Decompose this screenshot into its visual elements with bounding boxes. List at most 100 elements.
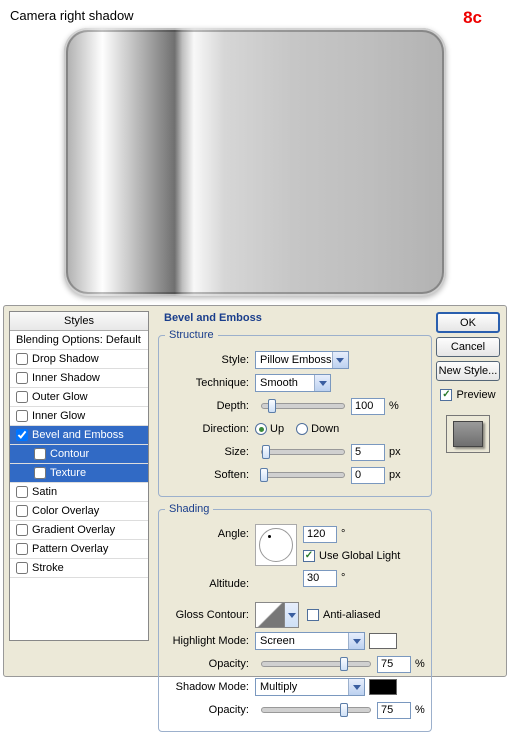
- angle-dial[interactable]: [255, 524, 297, 566]
- shadow-opacity-slider[interactable]: [261, 707, 371, 713]
- style-select[interactable]: Pillow Emboss: [255, 351, 349, 369]
- shading-legend: Shading: [165, 503, 213, 515]
- preview-checkbox[interactable]: [440, 389, 452, 401]
- style-label: Inner Glow: [32, 410, 85, 422]
- style-label: Pattern Overlay: [32, 543, 108, 555]
- styles-row-pattern-overlay[interactable]: Pattern Overlay: [10, 540, 148, 559]
- direction-down-radio[interactable]: [296, 423, 308, 435]
- styles-row-outer-glow[interactable]: Outer Glow: [10, 388, 148, 407]
- altitude-unit: °: [341, 572, 345, 584]
- style-checkbox[interactable]: [34, 467, 46, 479]
- highlight-mode-label: Highlight Mode:: [165, 635, 255, 647]
- style-checkbox[interactable]: [16, 391, 28, 403]
- chevron-down-icon: [348, 679, 364, 695]
- down-label: Down: [311, 423, 339, 435]
- style-label: Inner Shadow: [32, 372, 100, 384]
- style-label: Style:: [165, 354, 255, 366]
- highlight-mode-select[interactable]: Screen: [255, 632, 365, 650]
- size-unit: px: [389, 446, 401, 458]
- highlight-color-swatch[interactable]: [369, 633, 397, 649]
- shadow-mode-select[interactable]: Multiply: [255, 678, 365, 696]
- size-input[interactable]: 5: [351, 444, 385, 461]
- chevron-down-icon[interactable]: [285, 602, 299, 628]
- style-checkbox[interactable]: [16, 543, 28, 555]
- styles-row-bevel-and-emboss[interactable]: Bevel and Emboss: [10, 426, 148, 445]
- soften-input[interactable]: 0: [351, 467, 385, 484]
- highlight-opacity-input[interactable]: 75: [377, 656, 411, 673]
- styles-row-inner-shadow[interactable]: Inner Shadow: [10, 369, 148, 388]
- cancel-button[interactable]: Cancel: [436, 337, 500, 357]
- depth-input[interactable]: 100: [351, 398, 385, 415]
- styles-row-drop-shadow[interactable]: Drop Shadow: [10, 350, 148, 369]
- gloss-contour-picker[interactable]: [255, 602, 285, 628]
- style-label: Stroke: [32, 562, 64, 574]
- chevron-down-icon: [348, 633, 364, 649]
- page-mark: 8c: [463, 8, 482, 28]
- styles-row-inner-glow[interactable]: Inner Glow: [10, 407, 148, 426]
- shadow-opacity-label: Opacity:: [165, 704, 255, 716]
- new-style-button[interactable]: New Style...: [436, 361, 500, 381]
- page-title: Camera right shadow: [10, 8, 134, 23]
- angle-label: Angle:: [165, 524, 255, 540]
- highlight-opacity-slider[interactable]: [261, 661, 371, 667]
- depth-slider[interactable]: [261, 403, 345, 409]
- layer-preview-image: [64, 28, 446, 296]
- style-checkbox[interactable]: [16, 372, 28, 384]
- styles-row-stroke[interactable]: Stroke: [10, 559, 148, 578]
- layer-style-dialog: Styles Blending Options: Default Drop Sh…: [3, 305, 507, 677]
- angle-input[interactable]: 120: [303, 526, 337, 543]
- style-checkbox[interactable]: [34, 448, 46, 460]
- styles-spacer: [10, 578, 148, 640]
- structure-fieldset: Structure Style: Pillow Emboss Technique…: [158, 329, 432, 497]
- dialog-buttons: OK Cancel New Style... Preview: [435, 312, 501, 453]
- style-label: Drop Shadow: [32, 353, 99, 365]
- anti-aliased-label: Anti-aliased: [323, 609, 380, 621]
- shadow-color-swatch[interactable]: [369, 679, 397, 695]
- soften-unit: px: [389, 469, 401, 481]
- chevron-down-icon: [314, 375, 330, 391]
- up-label: Up: [270, 423, 284, 435]
- style-checkbox[interactable]: [16, 505, 28, 517]
- style-checkbox[interactable]: [16, 353, 28, 365]
- preview-label: Preview: [456, 389, 495, 401]
- blending-options-row[interactable]: Blending Options: Default: [10, 331, 148, 350]
- style-label: Contour: [50, 448, 89, 460]
- soften-slider[interactable]: [261, 472, 345, 478]
- shading-fieldset: Shading Angle: 120 ° Use Global Light 30: [158, 503, 432, 732]
- chevron-down-icon: [332, 352, 348, 368]
- direction-label: Direction:: [165, 423, 255, 435]
- depth-unit: %: [389, 400, 399, 412]
- style-checkbox[interactable]: [16, 562, 28, 574]
- gloss-contour-label: Gloss Contour:: [165, 609, 255, 621]
- styles-row-contour[interactable]: Contour: [10, 445, 148, 464]
- style-label: Texture: [50, 467, 86, 479]
- style-checkbox[interactable]: [16, 524, 28, 536]
- global-light-checkbox[interactable]: [303, 550, 315, 562]
- technique-label: Technique:: [165, 377, 255, 389]
- preview-swatch: [446, 415, 490, 453]
- style-checkbox[interactable]: [16, 429, 28, 441]
- style-label: Bevel and Emboss: [32, 429, 124, 441]
- angle-unit: °: [341, 528, 345, 540]
- style-label: Outer Glow: [32, 391, 88, 403]
- shadow-opacity-input[interactable]: 75: [377, 702, 411, 719]
- technique-select[interactable]: Smooth: [255, 374, 331, 392]
- global-light-label: Use Global Light: [319, 550, 400, 562]
- soften-label: Soften:: [165, 469, 255, 481]
- styles-header[interactable]: Styles: [10, 312, 148, 331]
- depth-label: Depth:: [165, 400, 255, 412]
- styles-row-satin[interactable]: Satin: [10, 483, 148, 502]
- structure-legend: Structure: [165, 329, 218, 341]
- style-checkbox[interactable]: [16, 486, 28, 498]
- anti-aliased-checkbox[interactable]: [307, 609, 319, 621]
- preview-toggle[interactable]: Preview: [440, 389, 495, 401]
- styles-row-texture[interactable]: Texture: [10, 464, 148, 483]
- ok-button[interactable]: OK: [436, 312, 500, 333]
- direction-up-radio[interactable]: [255, 423, 267, 435]
- styles-row-gradient-overlay[interactable]: Gradient Overlay: [10, 521, 148, 540]
- style-label: Gradient Overlay: [32, 524, 115, 536]
- size-slider[interactable]: [261, 449, 345, 455]
- altitude-input[interactable]: 30: [303, 570, 337, 587]
- styles-row-color-overlay[interactable]: Color Overlay: [10, 502, 148, 521]
- style-checkbox[interactable]: [16, 410, 28, 422]
